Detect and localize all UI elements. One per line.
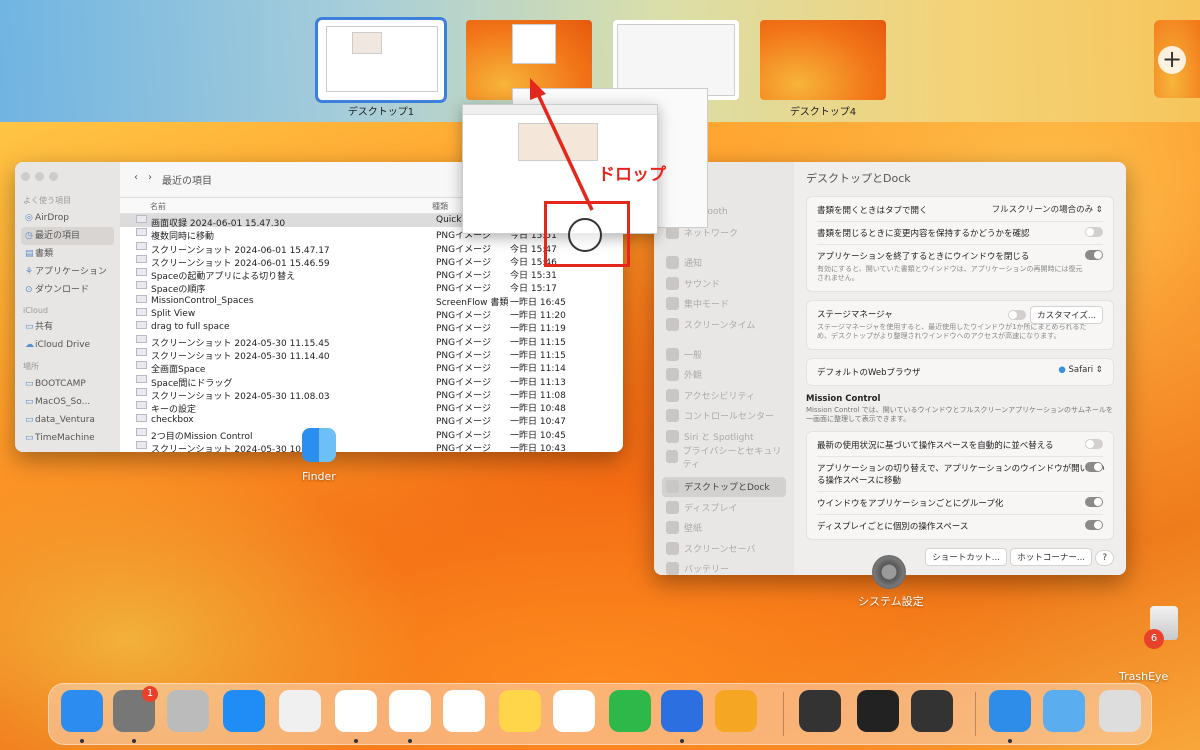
running-indicator (354, 739, 358, 743)
numbers-icon[interactable] (609, 690, 651, 732)
documents-folder-icon[interactable] (989, 690, 1031, 732)
annotation-arrow (530, 78, 594, 211)
screenflow-icon[interactable] (857, 690, 899, 732)
running-indicator (680, 739, 684, 743)
running-indicator (408, 739, 412, 743)
launchpad-icon[interactable] (279, 690, 321, 732)
trasheye-label: TrashEye (1119, 670, 1169, 683)
migration-icon[interactable] (167, 690, 209, 732)
system-settings-update-badge: 1 (142, 686, 158, 702)
photos-icon[interactable] (443, 690, 485, 732)
textedit-icon[interactable] (553, 690, 595, 732)
finder-icon[interactable] (61, 690, 103, 732)
running-indicator (80, 739, 84, 743)
dock (48, 683, 1152, 745)
quicktime-icon[interactable] (911, 690, 953, 732)
annotation-highlight-box (544, 201, 630, 267)
dock-divider (783, 692, 784, 736)
keynote-icon[interactable] (661, 690, 703, 732)
dock-divider (975, 692, 976, 736)
app-store-icon[interactable] (223, 690, 265, 732)
bbedit-icon[interactable] (799, 690, 841, 732)
trash-icon[interactable] (1099, 690, 1141, 732)
running-indicator (1008, 739, 1012, 743)
chrome-icon[interactable] (389, 690, 431, 732)
running-indicator (132, 739, 136, 743)
annotation-drop-label: ドロップ (598, 165, 666, 185)
trash-count-badge: 6 (1144, 629, 1164, 649)
downloads-folder-icon[interactable] (1043, 690, 1085, 732)
pages-icon[interactable] (715, 690, 757, 732)
safari-icon[interactable] (335, 690, 377, 732)
notes-icon[interactable] (499, 690, 541, 732)
